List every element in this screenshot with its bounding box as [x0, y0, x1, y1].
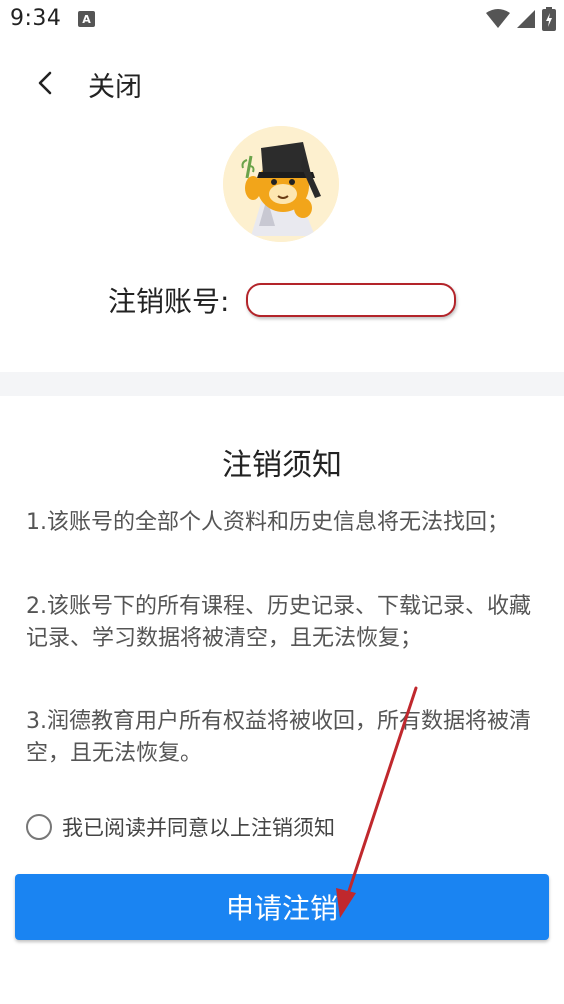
notice-item-2: 2.该账号下的所有课程、历史记录、下载记录、收藏记录、学习数据将被清空，且无法恢… — [26, 594, 531, 651]
signal-icon — [517, 10, 535, 28]
notice-item-1: 1.该账号的全部个人资料和历史信息将无法找回； — [26, 510, 509, 535]
agree-label: 我已阅读并同意以上注销须知 — [62, 816, 335, 840]
mascot-avatar-image — [223, 126, 339, 242]
back-button[interactable] — [28, 63, 64, 103]
battery-icon — [542, 7, 556, 31]
status-time: 9:34 — [10, 6, 62, 31]
account-label: 注销账号: — [108, 285, 230, 318]
close-label[interactable]: 关闭 — [88, 65, 142, 104]
agree-checkbox-row[interactable]: 我已阅读并同意以上注销须知 — [26, 812, 335, 842]
notification-icon: A — [78, 11, 95, 27]
apply-cancel-account-button[interactable]: 申请注销 — [15, 874, 549, 940]
section-divider — [0, 372, 564, 396]
wifi-icon — [486, 9, 510, 28]
notice-title: 注销须知 — [222, 448, 342, 483]
notice-item-3: 3.润德教育用户所有权益将被收回，所有数据将被清空，且无法恢复。 — [26, 709, 531, 766]
avatar — [223, 126, 339, 242]
account-row: 注销账号: — [108, 280, 456, 320]
status-icons — [486, 7, 556, 31]
chevron-left-icon — [38, 71, 52, 95]
redacted-account-field — [246, 283, 456, 317]
status-bar: 9:34 A — [0, 0, 564, 38]
agree-radio[interactable] — [26, 814, 52, 840]
header: 关闭 — [0, 55, 564, 111]
